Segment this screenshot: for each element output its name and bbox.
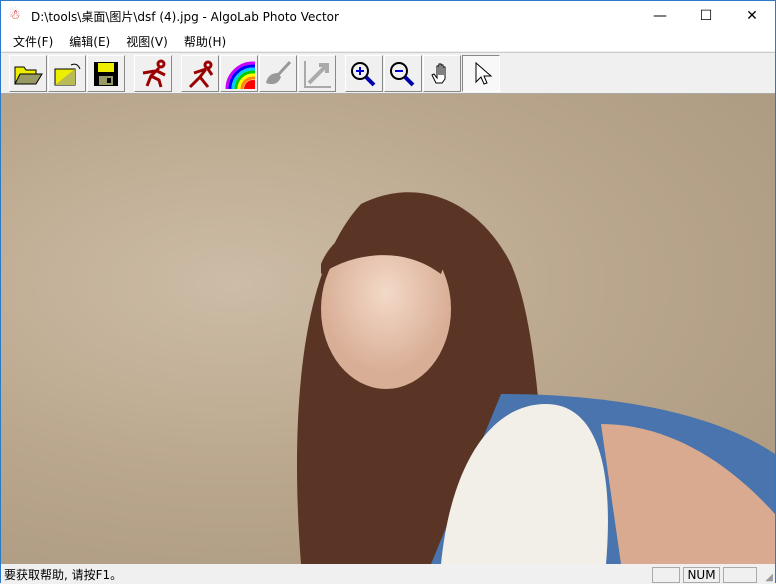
run-icon [142,59,166,87]
menu-view[interactable]: 视图(V) [118,33,176,50]
menu-bar: 文件(F) 编辑(E) 视图(V) 帮助(H) [1,31,775,51]
open-icon [14,66,43,84]
resize-icon [304,60,331,88]
pointer-icon [475,61,493,85]
resize-button[interactable] [298,55,336,92]
maximize-button[interactable]: ☐ [683,1,729,31]
vectorize-alt-button[interactable] [181,55,219,92]
minimize-button[interactable]: — [637,1,683,31]
zoom-out-icon [390,61,415,86]
menu-help[interactable]: 帮助(H) [176,33,234,50]
status-pane-caps [652,567,680,583]
broom-icon [266,60,292,84]
status-text: 要获取帮助, 请按F1。 [4,568,123,582]
image-canvas[interactable] [1,94,775,564]
rainbow-icon [225,61,255,89]
hand-icon [431,63,446,83]
select-button[interactable] [462,55,500,92]
clean-button[interactable] [259,55,297,92]
menu-edit[interactable]: 编辑(E) [61,33,118,50]
menu-file[interactable]: 文件(F) [5,33,61,50]
colors-button[interactable] [220,55,258,92]
open-button[interactable] [9,55,47,92]
zoom-in-button[interactable] [345,55,383,92]
status-bar: 要获取帮助, 请按F1。 NUM ◢ [1,565,775,584]
status-pane-scroll [723,567,757,583]
close-button[interactable]: ✕ [729,1,775,31]
status-pane-num: NUM [683,567,720,583]
app-icon: ☃ [9,8,21,23]
photo [297,192,775,564]
save-button[interactable] [87,55,125,92]
zoom-in-icon [351,61,376,86]
vectorize-button[interactable] [134,55,172,92]
resize-grip-icon[interactable]: ◢ [765,572,773,583]
run-alt-icon [188,60,214,88]
save-icon [94,61,118,86]
title-bar: ☃ D:\tools\桌面\图片\dsf (4).jpg - AlgoLab P… [1,1,775,31]
pan-button[interactable] [423,55,461,92]
zoom-out-button[interactable] [384,55,422,92]
import-button[interactable] [48,55,86,92]
toolbar [1,52,775,94]
open-as-icon [54,63,81,85]
window-title: D:\tools\桌面\图片\dsf (4).jpg - AlgoLab Pho… [31,9,339,24]
